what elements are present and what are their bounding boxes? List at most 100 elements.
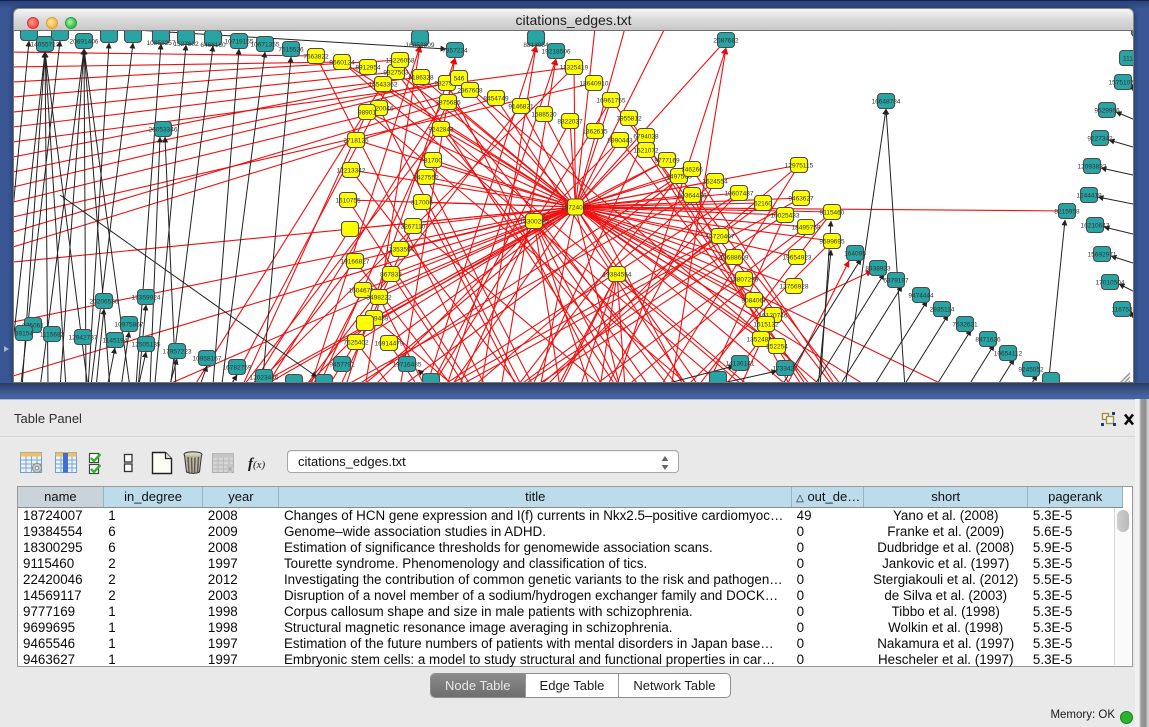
svg-text:18300295: 18300295	[520, 219, 549, 226]
svg-text:9660124: 9660124	[329, 60, 355, 67]
svg-text:1615132: 1615132	[753, 322, 779, 329]
svg-text:817006: 817006	[411, 200, 433, 207]
svg-text:10958167: 10958167	[193, 356, 222, 363]
svg-text:116753: 116753	[1111, 307, 1133, 314]
svg-text:12975115: 12975115	[785, 163, 814, 170]
svg-text:8454749: 8454749	[483, 96, 509, 103]
svg-text:12505135: 12505135	[132, 342, 161, 349]
svg-text:16543362: 16543362	[369, 82, 398, 89]
svg-text:18495758: 18495758	[792, 225, 821, 232]
svg-text:252254: 252254	[766, 344, 788, 351]
svg-text:17957223: 17957223	[163, 349, 192, 356]
svg-text:15720407: 15720407	[706, 234, 735, 241]
svg-text:3267110: 3267110	[401, 224, 426, 231]
svg-text:12213342: 12213342	[337, 168, 366, 175]
svg-text:17010504: 17010504	[1096, 280, 1125, 287]
svg-text:19654923: 19654923	[783, 255, 812, 262]
svg-text:7632621: 7632621	[952, 322, 978, 329]
svg-text:1610755: 1610755	[335, 198, 361, 205]
svg-text:867833: 867833	[380, 272, 402, 279]
svg-text:16648784: 16648784	[872, 99, 901, 106]
svg-text:1527602: 1527602	[173, 41, 199, 48]
svg-text:16210643: 16210643	[1081, 223, 1110, 230]
svg-text:10688609: 10688609	[720, 255, 749, 262]
svg-text:20364436: 20364436	[678, 193, 707, 200]
svg-text:6879197: 6879197	[883, 278, 909, 285]
svg-text:9146821: 9146821	[508, 104, 534, 111]
svg-text:9084067: 9084067	[741, 298, 767, 305]
svg-text:20206536: 20206536	[90, 299, 119, 306]
svg-text:7663822: 7663822	[303, 54, 329, 61]
svg-text:9227342: 9227342	[1087, 136, 1113, 143]
svg-text:6466160: 6466160	[200, 42, 226, 49]
svg-text:15751074: 15751074	[1109, 80, 1133, 87]
svg-text:13756928: 13756928	[780, 284, 809, 291]
svg-text:1145194: 1145194	[103, 338, 128, 345]
svg-text:8938923: 8938923	[865, 266, 891, 273]
svg-text:16782759: 16782759	[223, 365, 252, 372]
svg-text:10607487: 10607487	[725, 191, 754, 198]
svg-text:18640910: 18640910	[580, 81, 609, 88]
svg-text:18724007: 18724007	[561, 205, 590, 212]
svg-text:3875685: 3875685	[435, 100, 461, 107]
svg-text:1362615: 1362615	[582, 129, 608, 136]
svg-text:9115460: 9115460	[820, 210, 845, 217]
svg-text:62160: 62160	[754, 201, 772, 208]
svg-text:12093832: 12093832	[1078, 164, 1107, 171]
svg-text:9327503: 9327503	[383, 70, 409, 77]
svg-text:8186328: 8186328	[408, 75, 434, 82]
svg-text:13226058: 13226058	[386, 58, 415, 65]
svg-text:39154: 39154	[15, 331, 33, 338]
svg-text:14055713: 14055713	[31, 42, 60, 49]
svg-text:10975867: 10975867	[115, 322, 144, 329]
svg-text:15692971: 15692971	[1088, 252, 1117, 259]
svg-text:1244419: 1244419	[1076, 193, 1102, 200]
svg-text:7625402: 7625402	[343, 340, 369, 347]
svg-text:1621072: 1621072	[633, 148, 659, 155]
svg-text:12023446: 12023446	[250, 375, 279, 382]
svg-text:7515526: 7515526	[278, 47, 304, 54]
svg-text:1733426: 1733426	[772, 366, 798, 373]
svg-text:19166827: 19166827	[341, 259, 370, 266]
svg-text:3498222: 3498222	[366, 295, 392, 302]
svg-text:8215958: 8215958	[1054, 209, 1080, 216]
svg-text:8990443: 8990443	[607, 138, 633, 145]
svg-text:164095: 164095	[844, 251, 866, 258]
svg-text:10671355: 10671355	[251, 42, 280, 49]
svg-text:111: 111	[1123, 56, 1133, 63]
svg-text:9699695: 9699695	[819, 239, 845, 246]
svg-text:9427552: 9427552	[413, 175, 439, 182]
svg-text:20691406: 20691406	[70, 39, 99, 46]
svg-text:546: 546	[454, 76, 465, 83]
svg-text:81700: 81700	[424, 158, 442, 165]
svg-text:18807299: 18807299	[730, 277, 759, 284]
svg-text:10654112: 10654112	[994, 351, 1023, 358]
svg-text:19716485: 19716485	[393, 362, 422, 369]
svg-text:1115682: 1115682	[40, 332, 65, 339]
svg-text:2935114: 2935114	[930, 307, 955, 314]
svg-text:9242843: 9242843	[428, 127, 454, 134]
svg-text:11325419: 11325419	[560, 65, 589, 72]
svg-text:1588520: 1588520	[531, 112, 557, 119]
svg-text:6794028: 6794028	[633, 134, 659, 141]
svg-text:9245052: 9245052	[1018, 367, 1044, 374]
svg-text:7955812: 7955812	[616, 116, 642, 123]
svg-text:9457791: 9457791	[329, 362, 355, 369]
svg-text:10853257: 10853257	[147, 40, 176, 47]
svg-text:16053809: 16053809	[406, 42, 435, 49]
svg-text:14136141: 14136141	[726, 361, 755, 368]
svg-text:10719155: 10719155	[225, 39, 254, 46]
svg-text:3624554: 3624554	[702, 179, 728, 186]
svg-text:12942737: 12942737	[69, 335, 98, 342]
svg-text:17359924: 17359924	[132, 295, 161, 302]
svg-text:2967608: 2967608	[457, 88, 483, 95]
svg-text:26053346: 26053346	[149, 127, 178, 134]
svg-text:7357224: 7357224	[442, 48, 468, 55]
svg-text:9474444: 9474444	[908, 293, 934, 300]
svg-text:9463627: 9463627	[788, 196, 814, 203]
svg-text:9529966: 9529966	[1094, 108, 1120, 115]
svg-text:2718126: 2718126	[343, 138, 369, 145]
svg-text:8471626: 8471626	[975, 337, 1001, 344]
svg-text:16914479: 16914479	[375, 341, 404, 348]
svg-text:8912954: 8912954	[355, 65, 381, 72]
